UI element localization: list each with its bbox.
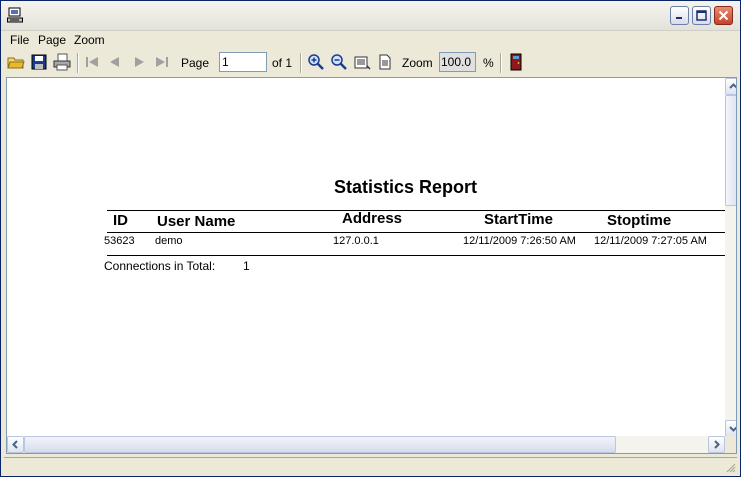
toolbar: Page of 1 Zoom % (1, 50, 740, 76)
cell-id: 53623 (104, 235, 135, 247)
first-page-icon[interactable] (84, 53, 102, 71)
scroll-up-button[interactable] (725, 78, 736, 95)
row-bottom-rule (107, 255, 725, 256)
menu-bar: File Page Zoom (1, 31, 740, 49)
toolbar-separator (300, 53, 302, 73)
column-header-address: Address (342, 210, 403, 227)
page-width-icon[interactable] (353, 53, 371, 71)
cell-address: 127.0.0.1 (333, 235, 379, 247)
column-header-id: ID (113, 212, 128, 229)
cell-starttime: 12/11/2009 7:26:50 AM (463, 235, 576, 247)
report-title: Statistics Report (334, 177, 478, 197)
status-bar (4, 457, 737, 475)
maximize-button[interactable] (692, 6, 711, 25)
total-label: Connections in Total: (104, 259, 216, 273)
scroll-down-button[interactable] (725, 420, 736, 437)
total-value: 1 (243, 259, 250, 273)
header-bottom-rule (107, 232, 725, 233)
page-label: Page (181, 56, 210, 70)
scrollbar-corner (725, 436, 736, 453)
scroll-left-button[interactable] (7, 436, 24, 453)
exit-door-icon[interactable] (507, 53, 525, 71)
vertical-scroll-thumb[interactable] (725, 95, 736, 206)
cell-stoptime: 12/11/2009 7:27:05 AM (594, 235, 707, 247)
menu-zoom[interactable]: Zoom (74, 33, 105, 47)
minimize-button[interactable] (670, 6, 689, 25)
previous-page-icon[interactable] (106, 53, 124, 71)
scroll-right-button[interactable] (708, 436, 725, 453)
zoom-out-icon[interactable] (330, 53, 348, 71)
zoom-in-icon[interactable] (307, 53, 325, 71)
header-top-rule (107, 210, 725, 211)
toolbar-separator (77, 53, 79, 73)
open-folder-icon[interactable] (7, 53, 25, 71)
cell-user-name: demo (155, 235, 183, 247)
print-icon[interactable] (53, 53, 71, 71)
page-number-input[interactable] (219, 52, 267, 72)
report-viewer-window: File Page Zoom Page of 1 Zoom % 1 100.0 … (0, 0, 741, 477)
save-icon[interactable] (30, 53, 48, 71)
percent-label: % (483, 56, 494, 70)
toolbar-separator (500, 53, 502, 73)
title-bar[interactable] (1, 1, 740, 31)
page-count-label: of 1 (272, 56, 293, 70)
column-header-user-name: User Name (157, 213, 236, 230)
horizontal-scrollbar[interactable] (7, 436, 725, 453)
computer-icon (7, 7, 23, 23)
next-page-icon[interactable] (130, 53, 148, 71)
resize-grip-icon[interactable] (724, 461, 736, 473)
report-preview[interactable]: Statistics Report ID User Name Address S… (6, 77, 737, 454)
whole-page-icon[interactable] (376, 53, 394, 71)
last-page-icon[interactable] (152, 53, 170, 71)
vertical-scrollbar[interactable] (725, 78, 736, 437)
horizontal-scroll-thumb[interactable] (24, 436, 616, 453)
menu-page[interactable]: Page (38, 33, 66, 47)
menu-file[interactable]: File (10, 33, 29, 47)
zoom-percent-input[interactable] (439, 52, 476, 72)
column-header-starttime: StartTime (484, 211, 553, 228)
column-header-stoptime: Stoptime (607, 212, 672, 229)
zoom-label: Zoom (402, 56, 433, 70)
close-button[interactable] (714, 6, 733, 25)
